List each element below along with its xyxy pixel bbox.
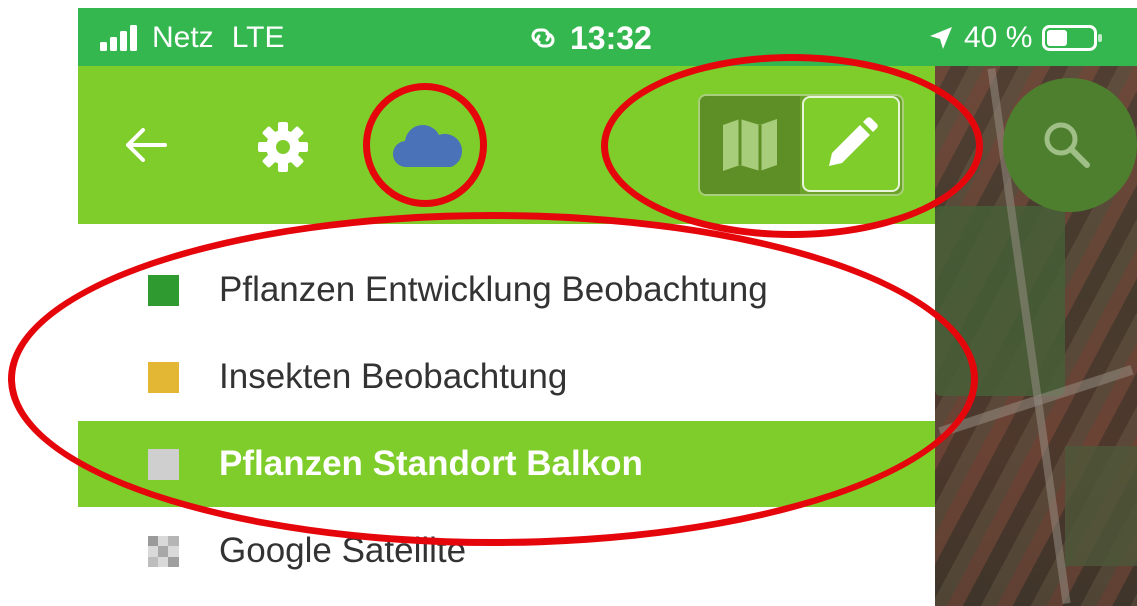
annotation-oval-list xyxy=(8,212,978,546)
gear-icon xyxy=(258,122,308,172)
search-icon xyxy=(1044,122,1090,168)
map-search-button[interactable] xyxy=(1003,78,1137,212)
link-icon xyxy=(531,28,555,48)
network-label: LTE xyxy=(231,21,285,54)
status-bar: Netz LTE 13:32 40 % xyxy=(78,8,1137,66)
arrow-left-icon xyxy=(126,128,167,162)
map-garden-area xyxy=(1065,446,1137,566)
battery-percent: 40 % xyxy=(964,21,1033,54)
annotation-oval-toggle xyxy=(601,54,983,238)
clock: 13:32 xyxy=(570,19,652,56)
checker-swatch-icon xyxy=(148,535,179,567)
back-button[interactable] xyxy=(118,118,172,172)
settings-button[interactable] xyxy=(254,118,312,176)
annotation-oval-cloud xyxy=(363,83,487,207)
signal-icon xyxy=(100,25,137,51)
battery-icon xyxy=(1042,25,1103,51)
location-arrow-icon xyxy=(930,27,952,49)
carrier-label: Netz xyxy=(152,21,214,54)
